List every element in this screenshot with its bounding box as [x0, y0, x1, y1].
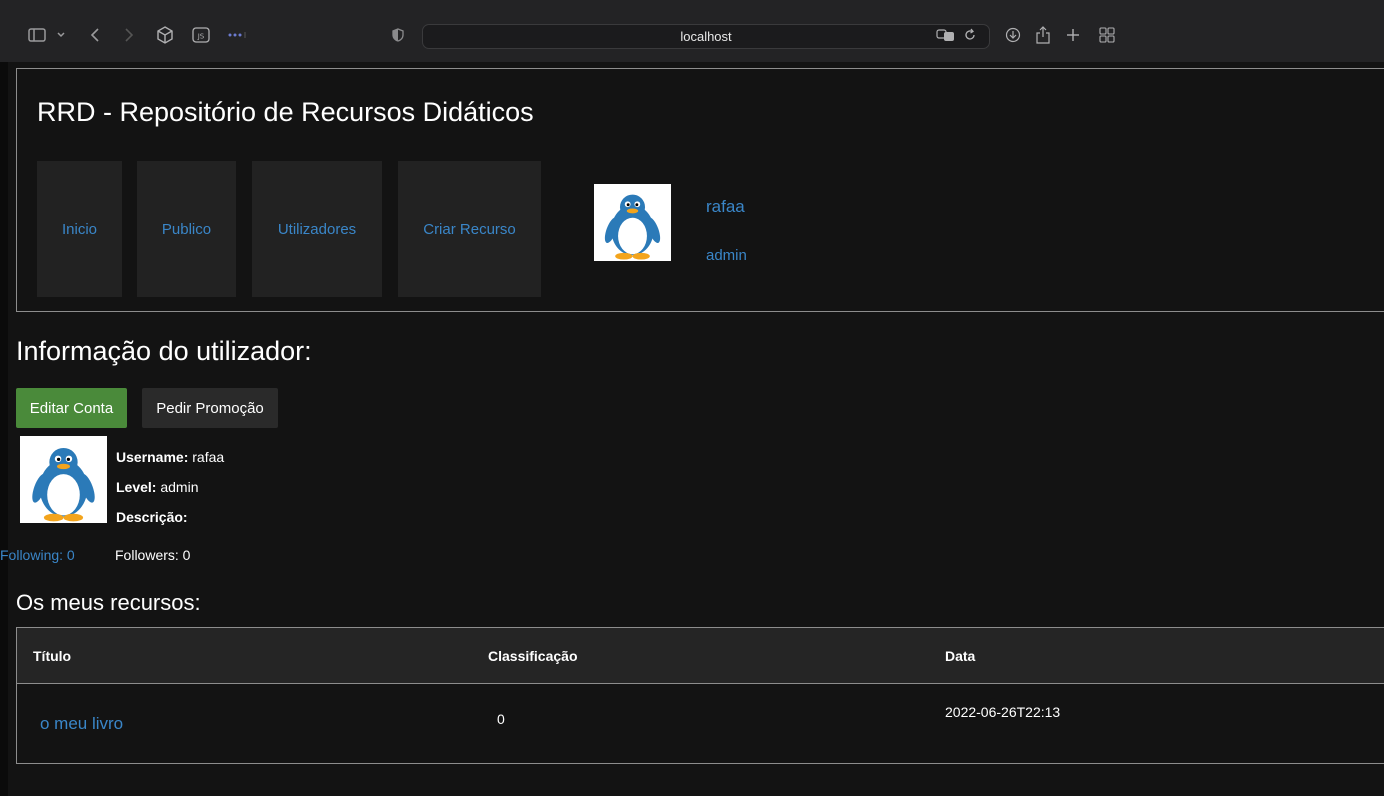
- site-title: RRD - Repositório de Recursos Didáticos: [37, 97, 534, 127]
- level-value: admin: [160, 479, 199, 495]
- resource-rating: 0: [497, 711, 505, 727]
- back-icon[interactable]: [86, 24, 104, 46]
- shield-icon[interactable]: [390, 24, 406, 46]
- download-icon[interactable]: [1004, 24, 1022, 46]
- resource-date: 2022-06-26T22:13: [945, 704, 1061, 720]
- site-header: RRD - Repositório de Recursos Didáticos …: [16, 68, 1384, 312]
- nav-criar-recurso[interactable]: Criar Recurso: [398, 161, 541, 297]
- translate-icon[interactable]: [935, 24, 957, 46]
- resources-section-title: Os meus recursos:: [16, 590, 201, 615]
- sidebar-icon[interactable]: [26, 24, 48, 46]
- level-line: Level: admin: [116, 479, 199, 495]
- cube-icon[interactable]: [154, 24, 176, 46]
- column-header-date: Data: [945, 648, 976, 664]
- username-line: Username: rafaa: [116, 449, 224, 465]
- request-promotion-button[interactable]: Pedir Promoção: [142, 388, 278, 428]
- level-label: Level:: [116, 479, 157, 495]
- nav-inicio[interactable]: Inicio: [37, 161, 122, 297]
- description-line: Descrição:: [116, 509, 188, 525]
- browser-toolbar: JS localhost: [0, 0, 1384, 62]
- share-icon[interactable]: [1034, 24, 1052, 46]
- penguin-icon: [604, 194, 661, 260]
- username-value: rafaa: [192, 449, 225, 465]
- nav-publico[interactable]: Publico: [137, 161, 236, 297]
- edit-account-button[interactable]: Editar Conta: [16, 388, 127, 428]
- header-user-level[interactable]: admin: [706, 247, 747, 264]
- page-gutter: [0, 62, 8, 796]
- chevron-down-icon[interactable]: [54, 24, 68, 46]
- description-label: Descrição:: [116, 509, 188, 525]
- penguin-icon: [32, 447, 95, 522]
- resources-table: Título Classificação Data o meu livro 0 …: [16, 627, 1384, 764]
- column-header-title: Título: [33, 648, 72, 664]
- js-icon[interactable]: JS: [190, 24, 212, 46]
- profile-section-title: Informação do utilizador:: [16, 336, 312, 366]
- column-header-rating: Classificação: [488, 648, 578, 664]
- tabs-grid-icon[interactable]: [1098, 24, 1116, 46]
- nav-utilizadores[interactable]: Utilizadores: [252, 161, 382, 297]
- resource-title-link[interactable]: o meu livro: [40, 714, 123, 734]
- forward-icon[interactable]: [120, 24, 138, 46]
- avatar[interactable]: [594, 184, 671, 261]
- address-bar[interactable]: localhost: [422, 24, 990, 49]
- header-username[interactable]: rafaa: [706, 197, 745, 217]
- more-icon[interactable]: [226, 24, 248, 46]
- table-header: Título Classificação Data: [17, 628, 1384, 684]
- reload-icon[interactable]: [961, 24, 979, 46]
- profile-avatar: [20, 436, 107, 523]
- followers-count: Followers: 0: [115, 547, 191, 563]
- svg-text:JS: JS: [197, 33, 205, 41]
- username-label: Username:: [116, 449, 189, 465]
- new-tab-icon[interactable]: [1064, 24, 1082, 46]
- following-link[interactable]: Following: 0: [0, 547, 75, 563]
